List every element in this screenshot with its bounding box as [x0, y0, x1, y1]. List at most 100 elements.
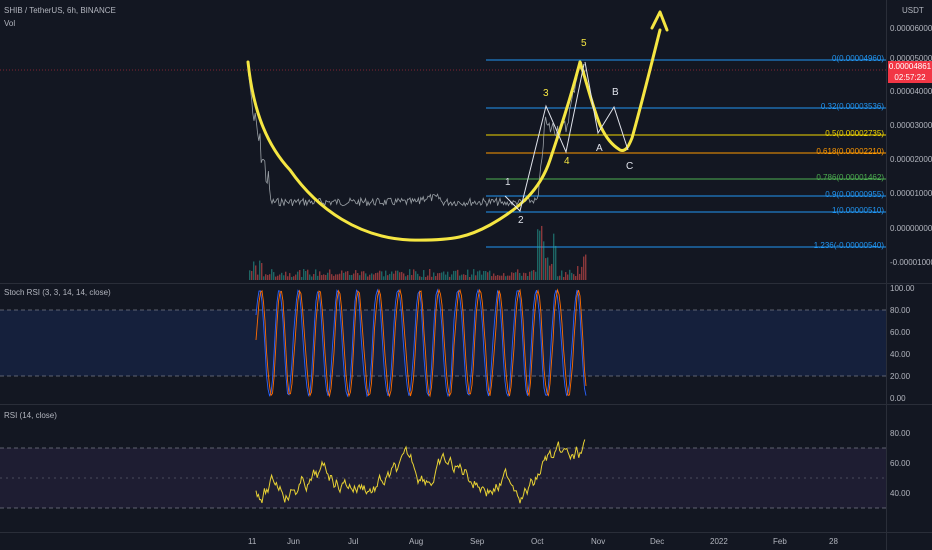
fib-level-label: 0(0.00004960) — [831, 54, 884, 63]
volume-bar — [297, 271, 299, 280]
time-axis-label[interactable]: 11 — [248, 537, 256, 546]
volume-bar — [431, 276, 433, 280]
volume-bar — [271, 269, 273, 280]
volume-bar — [445, 274, 447, 280]
volume-bar — [259, 260, 261, 280]
time-axis-label[interactable]: Feb — [773, 537, 787, 546]
price-axis-label[interactable]: 0.00006000 — [890, 24, 932, 33]
candle-countdown: 02:57:22 — [894, 73, 926, 82]
stoch-axis-label[interactable]: 0.00 — [890, 394, 906, 403]
volume-bar — [357, 273, 359, 280]
current-price-value: 0.00004861 — [888, 62, 932, 71]
fib-level-label: 0.786(0.00001462) — [816, 173, 884, 182]
volume-bar — [375, 273, 377, 280]
volume-bar — [531, 270, 533, 280]
rsi-title[interactable]: RSI (14, close) — [4, 411, 57, 420]
rsi-axis-label[interactable]: 40.00 — [890, 489, 910, 498]
volume-bar — [461, 274, 463, 280]
stoch-axis-label[interactable]: 40.00 — [890, 350, 910, 359]
target-arrow-drawing — [650, 10, 669, 32]
stoch-axis-label[interactable]: 60.00 — [890, 328, 910, 337]
volume-bar — [463, 274, 465, 280]
volume-bar — [471, 274, 473, 280]
volume-bar — [573, 274, 575, 280]
volume-bar — [491, 276, 493, 280]
volume-bar — [533, 270, 535, 280]
volume-bar — [405, 276, 407, 280]
time-axis-label[interactable]: Jun — [287, 537, 300, 546]
volume-bar — [511, 272, 513, 280]
time-axis-label[interactable]: Jul — [348, 537, 358, 546]
volume-bar — [543, 241, 545, 280]
time-axis-label[interactable]: Dec — [650, 537, 664, 546]
volume-bar — [359, 275, 361, 280]
price-axis-label[interactable]: 0.00004000 — [890, 87, 932, 96]
price-axis-label[interactable]: 0.00000000 — [890, 224, 932, 233]
time-axis-label[interactable]: 2022 — [710, 537, 728, 546]
volume-bar — [487, 272, 489, 280]
rsi-axis-label[interactable]: 80.00 — [890, 429, 910, 438]
volume-bar — [513, 272, 515, 280]
volume-bar — [249, 270, 251, 280]
volume-bar — [503, 273, 505, 280]
chart-canvas[interactable] — [0, 0, 932, 550]
price-axis-label[interactable]: 0.00001000 — [890, 189, 932, 198]
volume-bar — [465, 275, 467, 280]
time-axis-label[interactable]: Nov — [591, 537, 605, 546]
volume-bar — [269, 274, 271, 280]
volume-bar — [337, 274, 339, 280]
volume-bar — [261, 263, 263, 280]
volume-bar — [347, 271, 349, 280]
volume-bar — [521, 275, 523, 280]
volume-bar — [323, 274, 325, 280]
stoch-rsi-title[interactable]: Stoch RSI (3, 3, 14, 14, close) — [4, 288, 111, 297]
volume-bar — [433, 272, 435, 280]
volume-bar — [315, 269, 317, 280]
volume-bar — [327, 272, 329, 280]
volume-bar — [507, 275, 509, 280]
volume-bar — [291, 276, 293, 280]
volume-bar — [365, 273, 367, 280]
price-axis-label[interactable]: -0.00001000 — [890, 258, 932, 267]
volume-bar — [537, 229, 539, 280]
volume-bar — [385, 270, 387, 280]
volume-bar — [403, 273, 405, 280]
volume-bar — [387, 275, 389, 280]
volume-bar — [301, 276, 303, 280]
volume-bar — [561, 270, 563, 280]
price-axis-label[interactable]: 0.00002000 — [890, 155, 932, 164]
stoch-axis-label[interactable]: 80.00 — [890, 306, 910, 315]
volume-bar — [437, 273, 439, 280]
volume-bar — [277, 275, 279, 280]
time-axis-label[interactable]: Aug — [409, 537, 423, 546]
volume-bar — [517, 269, 519, 280]
abc-correction-drawing — [578, 28, 662, 152]
volume-bar — [257, 274, 259, 280]
wave-label-2: 2 — [518, 215, 524, 226]
stoch-axis-label[interactable]: 20.00 — [890, 372, 910, 381]
volume-bar — [475, 275, 477, 280]
stoch-axis-label[interactable]: 100.00 — [890, 284, 914, 293]
volume-bar — [425, 276, 427, 280]
wave-label-3: 3 — [543, 88, 549, 99]
fib-level-label: 0.618(0.00002210) — [816, 147, 884, 156]
volume-bar — [311, 276, 313, 280]
rsi-axis-label[interactable]: 60.00 — [890, 459, 910, 468]
time-axis-label[interactable]: 28 — [829, 537, 838, 546]
volume-bar — [401, 271, 403, 280]
volume-bar — [415, 271, 417, 280]
time-axis-label[interactable]: Oct — [531, 537, 543, 546]
wave-label-4: 4 — [564, 156, 570, 167]
volume-bar — [351, 274, 353, 280]
volume-bar — [441, 272, 443, 280]
volume-bar — [283, 275, 285, 280]
volume-bar — [529, 271, 531, 280]
volume-bar — [421, 276, 423, 280]
volume-bar — [381, 271, 383, 280]
volume-bar — [551, 263, 553, 280]
price-axis-label[interactable]: 0.00003000 — [890, 121, 932, 130]
volume-bar — [453, 270, 455, 280]
volume-bar — [263, 276, 265, 280]
volume-bar — [567, 274, 569, 280]
time-axis-label[interactable]: Sep — [470, 537, 484, 546]
